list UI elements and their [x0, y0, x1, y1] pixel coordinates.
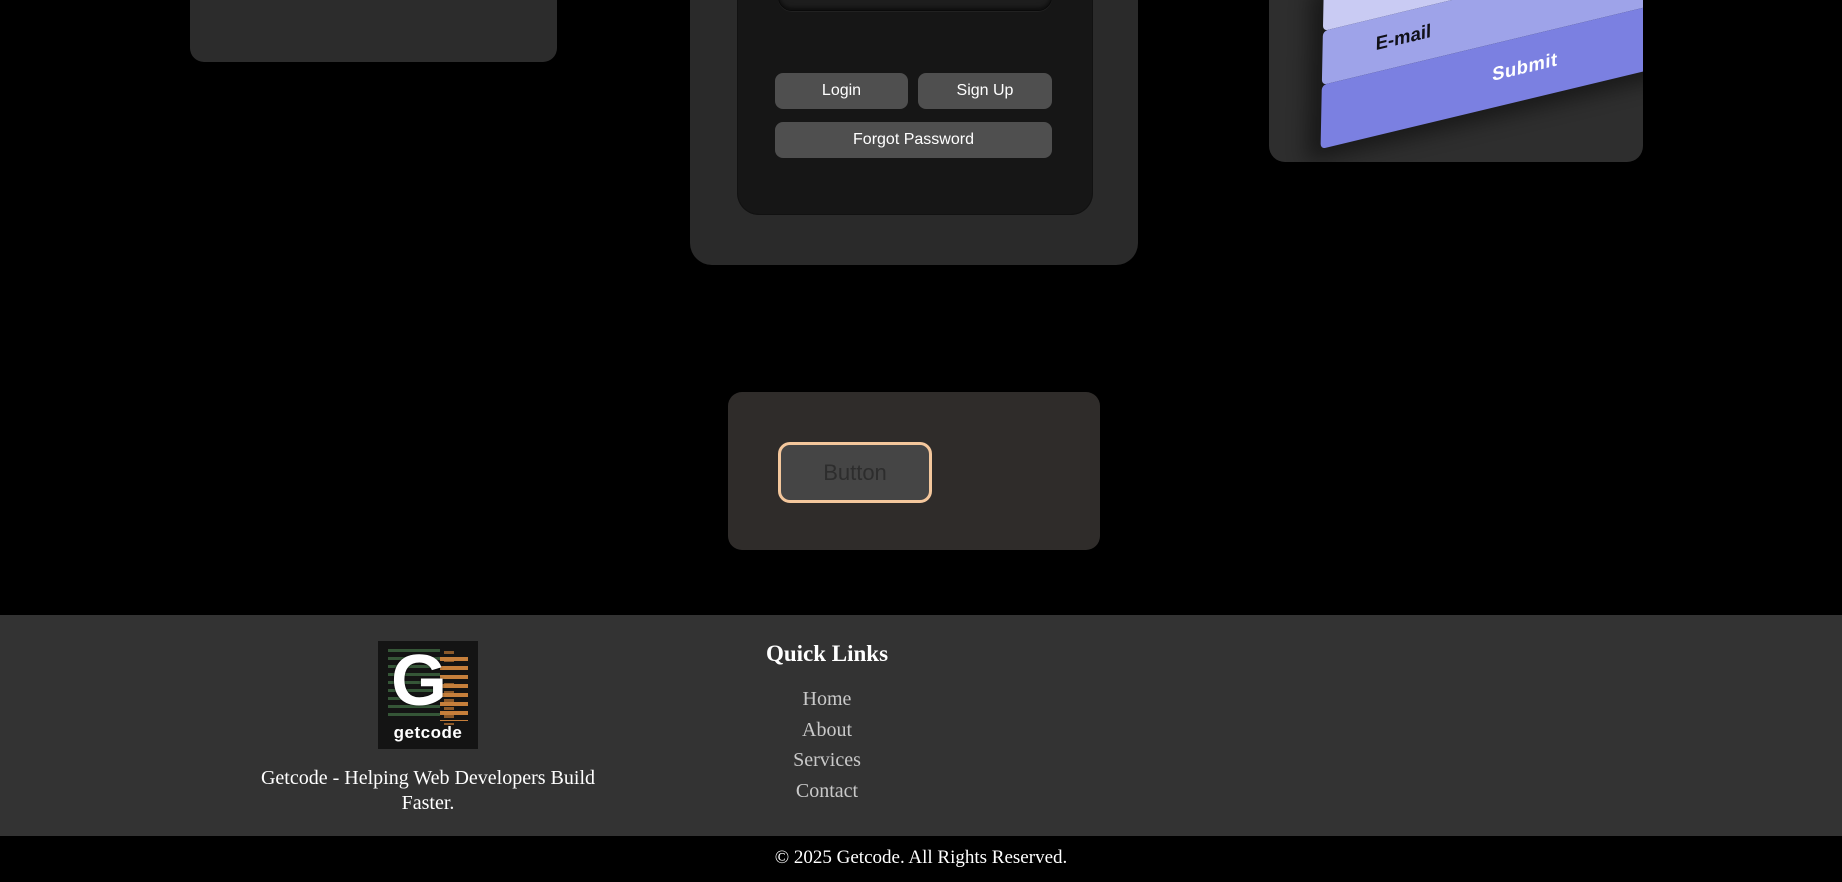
quick-links-list: Home About Services Contact: [727, 685, 927, 807]
battery-loader-card: [190, 0, 557, 62]
quick-links-title: Quick Links: [765, 641, 889, 666]
list-item: Services: [727, 746, 927, 777]
footer-brand-column: G getcode Getcode - Helping Web Develope…: [218, 641, 638, 816]
copyright-bar: © 2025 Getcode. All Rights Reserved.: [0, 836, 1842, 882]
demo-button-card: Button: [728, 392, 1100, 550]
list-item: Home: [727, 685, 927, 716]
login-panel: Login Sign Up Forgot Password: [737, 0, 1093, 215]
footer-tagline: Getcode - Helping Web Developers Build F…: [260, 767, 596, 814]
list-item: About: [727, 716, 927, 747]
list-item: Contact: [727, 777, 927, 808]
login-card: Login Sign Up Forgot Password: [690, 0, 1138, 265]
3d-form-card: Name E-mail Submit: [1269, 0, 1643, 162]
demo-button[interactable]: Button: [778, 442, 932, 503]
logo-wordmark: getcode: [393, 723, 463, 742]
logo-letter: G: [391, 641, 448, 721]
getcode-logo: G getcode: [378, 641, 478, 749]
signup-button[interactable]: Sign Up: [918, 73, 1052, 109]
footer: G getcode Getcode - Helping Web Develope…: [0, 615, 1842, 836]
main-content-area: Login Sign Up Forgot Password Name E-mai…: [0, 0, 1842, 615]
quick-link-contact[interactable]: Contact: [796, 780, 858, 802]
quick-link-services[interactable]: Services: [793, 749, 861, 771]
login-input[interactable]: [778, 0, 1052, 11]
quick-link-home[interactable]: Home: [803, 688, 852, 710]
forgot-password-button[interactable]: Forgot Password: [775, 122, 1052, 158]
login-button[interactable]: Login: [775, 73, 908, 109]
quick-link-about[interactable]: About: [802, 719, 852, 741]
3d-form-wrapper: Name E-mail Submit: [1320, 0, 1643, 150]
footer-quick-links-column: Quick Links Home About Services Contact: [727, 615, 927, 807]
3d-form: Name E-mail Submit: [1320, 0, 1643, 150]
